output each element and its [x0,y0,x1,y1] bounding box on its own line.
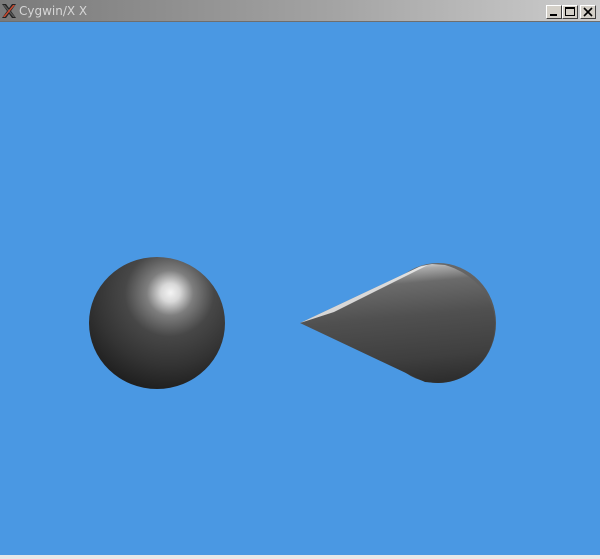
maximize-icon [565,7,575,16]
scene-canvas [89,257,496,389]
minimize-icon [550,14,557,16]
app-window: Cygwin/X X [0,0,600,559]
sphere-object [89,257,225,389]
window-bottom-edge [0,555,600,559]
window-controls [546,5,596,19]
minimize-button[interactable] [546,5,562,19]
x-logo-icon [2,4,16,18]
maximize-button[interactable] [562,5,578,19]
cone-object [300,263,496,383]
window-title: Cygwin/X X [19,4,88,18]
close-icon [583,7,593,17]
close-button[interactable] [580,5,596,19]
opengl-viewport[interactable] [0,22,600,555]
title-bar[interactable]: Cygwin/X X [0,0,600,22]
